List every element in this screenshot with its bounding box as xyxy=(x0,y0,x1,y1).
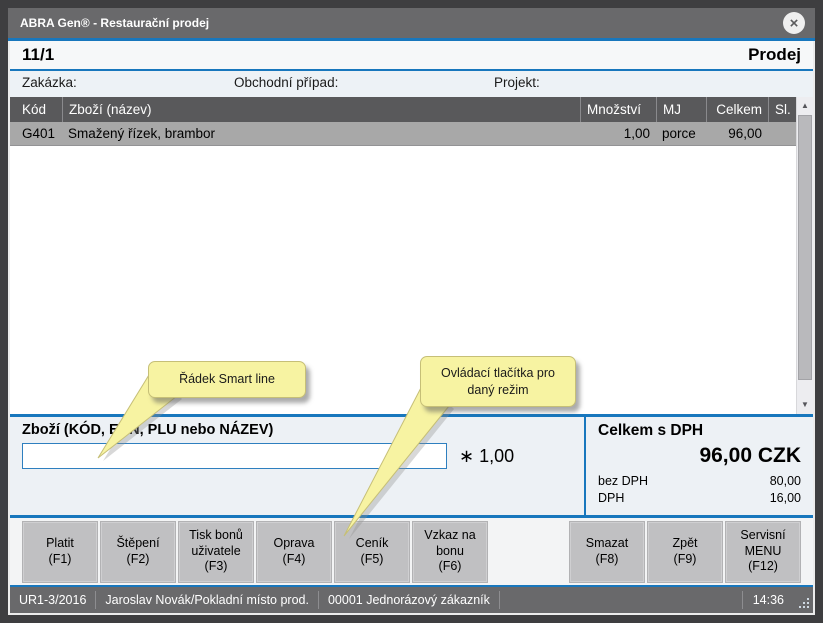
close-icon: × xyxy=(790,16,799,31)
back-button[interactable]: Zpět(F9) xyxy=(647,521,723,583)
without-vat-label: bez DPH xyxy=(598,474,648,488)
column-header-mnozstvi: Množství xyxy=(580,97,656,122)
column-header-sl: Sl. xyxy=(768,97,796,122)
scrollbar-thumb[interactable] xyxy=(798,115,812,380)
price-list-button[interactable]: Ceník(F5) xyxy=(334,521,410,583)
vertical-scrollbar[interactable]: ▲ ▼ xyxy=(796,97,813,414)
table-row[interactable]: G401 Smažený řízek, brambor 1,00 porce 9… xyxy=(10,122,796,146)
scroll-down-icon[interactable]: ▼ xyxy=(797,398,813,412)
quantity-multiplier: ∗ 1,00 xyxy=(459,446,514,467)
callout-smart-line: Řádek Smart line xyxy=(148,361,306,398)
totals-pane: Celkem s DPH 96,00 CZK bez DPH 80,00 DPH… xyxy=(584,417,813,515)
total-amount: 96,00 CZK xyxy=(598,444,801,468)
content-area: 11/1 Prodej Zakázka: Obchodní případ: Pr… xyxy=(8,41,815,615)
column-header-celkem: Celkem xyxy=(706,97,768,122)
entry-and-totals-panel: Zboží (KÓD, EAN, PLU nebo NÁZEV) ∗ 1,00 … xyxy=(10,414,813,518)
delete-button[interactable]: Smazat(F8) xyxy=(569,521,645,583)
item-entry-label: Zboží (KÓD, EAN, PLU nebo NÁZEV) xyxy=(22,422,572,438)
cell-mnozstvi: 1,00 xyxy=(580,122,656,145)
split-button[interactable]: Štěpení(F2) xyxy=(100,521,176,583)
service-menu-button[interactable]: Servisní MENU(F12) xyxy=(725,521,801,583)
callout-control-buttons: Ovládací tlačítka pro daný režim xyxy=(420,356,576,407)
items-table: Kód Zboží (název) Množství MJ Celkem Sl.… xyxy=(10,97,813,414)
correction-button[interactable]: Oprava(F4) xyxy=(256,521,332,583)
cell-celkem: 96,00 xyxy=(706,122,768,145)
print-user-receipts-button[interactable]: Tisk bonů uživatele(F3) xyxy=(178,521,254,583)
close-button[interactable]: × xyxy=(783,12,805,34)
business-case-label: Obchodní případ: xyxy=(234,75,338,90)
cell-nazev: Smažený řízek, brambor xyxy=(62,122,580,145)
column-header-kod: Kód xyxy=(10,97,62,122)
column-header-nazev: Zboží (název) xyxy=(62,97,580,122)
item-entry-pane: Zboží (KÓD, EAN, PLU nebo NÁZEV) ∗ 1,00 xyxy=(10,417,584,515)
resize-grip[interactable] xyxy=(800,599,809,608)
title-bar[interactable]: ABRA Gen® - Restaurační prodej × xyxy=(8,8,815,38)
pay-button[interactable]: Platit(F1) xyxy=(22,521,98,583)
app-window: ABRA Gen® - Restaurační prodej × 11/1 Pr… xyxy=(0,0,823,623)
vat-label: DPH xyxy=(598,491,624,505)
receipt-message-button[interactable]: Vzkaz na bonu(F6) xyxy=(412,521,488,583)
column-header-mj: MJ xyxy=(656,97,706,122)
function-buttons-row: Platit(F1) Štěpení(F2) Tisk bonů uživate… xyxy=(10,518,813,585)
project-label: Projekt: xyxy=(494,75,540,90)
item-entry-input[interactable] xyxy=(22,443,447,469)
cell-sl xyxy=(768,122,796,145)
total-with-vat-label: Celkem s DPH xyxy=(598,422,801,440)
status-period: UR1-3/2016 xyxy=(10,591,96,609)
scroll-up-icon[interactable]: ▲ xyxy=(797,99,813,113)
button-row-spacer xyxy=(490,521,567,583)
status-user: Jaroslav Novák/Pokladní místo prod. xyxy=(96,591,319,609)
cell-kod: G401 xyxy=(10,122,62,145)
status-bar: UR1-3/2016 Jaroslav Novák/Pokladní místo… xyxy=(10,587,813,613)
meta-row: Zakázka: Obchodní případ: Projekt: xyxy=(10,71,813,97)
window-title: ABRA Gen® - Restaurační prodej xyxy=(20,16,209,30)
order-label: Zakázka: xyxy=(22,75,77,90)
document-header-row: 11/1 Prodej xyxy=(10,41,813,71)
status-customer: 00001 Jednorázový zákazník xyxy=(319,591,500,609)
cell-mj: porce xyxy=(656,122,706,145)
document-number: 11/1 xyxy=(22,45,54,65)
table-header: Kód Zboží (název) Množství MJ Celkem Sl. xyxy=(10,97,796,122)
mode-label: Prodej xyxy=(748,45,801,65)
without-vat-value: 80,00 xyxy=(770,474,801,488)
status-time: 14:36 xyxy=(742,591,794,609)
vat-value: 16,00 xyxy=(770,491,801,505)
